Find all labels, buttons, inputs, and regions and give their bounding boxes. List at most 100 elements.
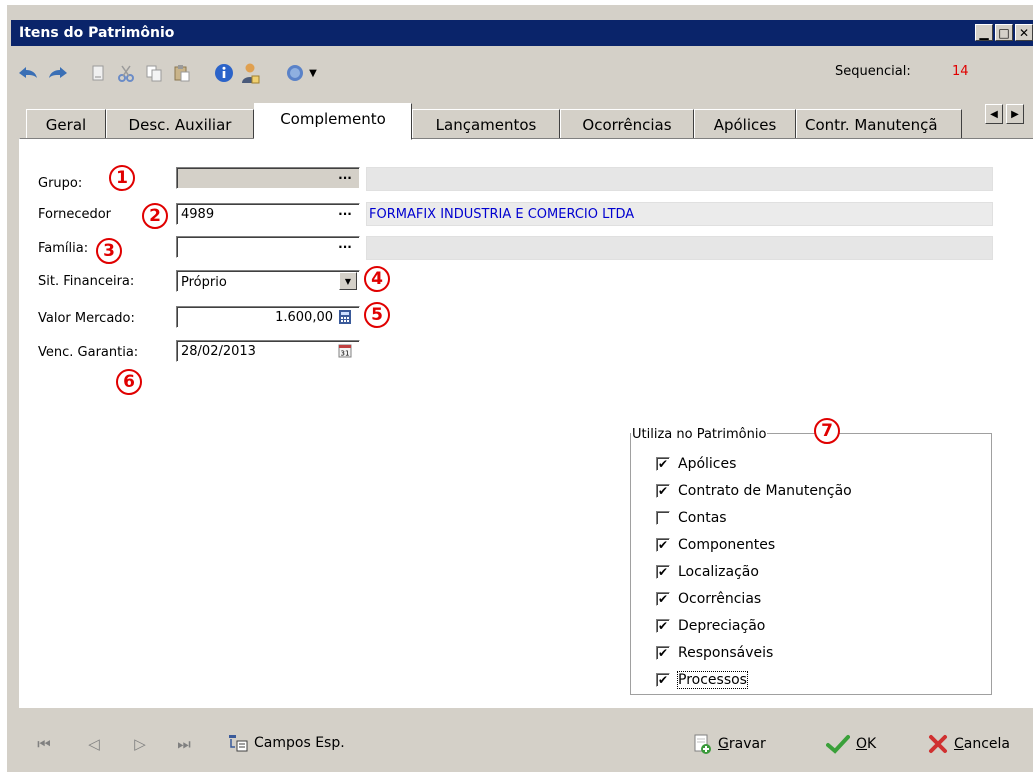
save-icon [694,734,711,754]
help-menu-button[interactable]: ▼ [281,61,321,85]
ok-accelerator: O [856,736,868,752]
check-icon: ✔ [657,538,669,552]
checkbox-label: Responsáveis [678,645,774,661]
cut-button[interactable] [113,61,139,85]
cancela-label: Cancela [954,736,1010,752]
info-button[interactable] [211,61,237,85]
fornecedor-lookup-button[interactable]: ··· [334,205,356,223]
bottom-bar [11,710,1033,772]
tab-label: Lançamentos [435,116,537,134]
fornecedor-code-input[interactable]: 4989 [176,203,360,225]
ok-label: OK [856,736,876,752]
checkbox-componentes[interactable]: ✔ Componentes [656,535,775,555]
cut-icon [118,65,134,82]
window-controls: ▁ □ ✕ [975,24,1033,41]
tab-lancamentos[interactable]: Lançamentos [412,109,560,139]
gravar-label-rest: ravar [728,736,766,752]
valor-mercado-input[interactable]: 1.600,00 [176,306,360,328]
sit-financeira-select[interactable]: Próprio [176,270,360,292]
check-icon [826,735,850,754]
campos-esp-button[interactable]: Campos Esp. [228,734,345,752]
checkbox-box[interactable]: ✔ [656,619,670,633]
tab-apolices[interactable]: Apólices [694,109,796,139]
venc-garantia-input[interactable]: 28/02/2013 [176,340,360,362]
checkbox-label: Depreciação [678,618,766,634]
ok-button[interactable]: OK [826,734,876,754]
checkbox-label: Contas [678,510,727,526]
valor-mercado-label: Valor Mercado: [38,311,135,326]
checkbox-box[interactable]: ✔ [656,673,670,687]
cancela-button[interactable]: Cancela [928,734,1010,754]
minimize-button[interactable]: ▁ [975,24,993,41]
checkbox-apolices[interactable]: ✔ Apólices [656,454,736,474]
checkbox-ocorrencias[interactable]: ✔ Ocorrências [656,589,761,609]
paste-button[interactable] [169,61,195,85]
familia-lookup-button[interactable]: ··· [334,238,356,256]
check-icon: ✔ [657,457,669,471]
checkbox-box[interactable]: ✔ [656,592,670,606]
maximize-button[interactable]: □ [995,24,1013,41]
redo-icon [49,67,67,78]
venc-garantia-label: Venc. Garantia: [38,345,139,360]
marker-3: 3 [96,238,122,264]
cancela-label-rest: ancela [963,736,1011,752]
checkbox-box[interactable]: ✔ [656,538,670,552]
tab-contr-manutencao[interactable]: Contr. Manutençã [796,109,962,139]
grupo-lookup-button[interactable]: ··· [334,169,356,187]
check-icon: ✔ [657,673,669,687]
checkbox-responsaveis[interactable]: ✔ Responsáveis [656,643,773,663]
calendar-icon[interactable]: 31 [337,343,353,359]
sequencial-label: Sequencial: [835,64,911,79]
checkbox-box[interactable]: ✔ [656,646,670,660]
checkbox-contas[interactable]: Contas [656,508,727,528]
previous-record-button[interactable]: ◁ [84,734,104,754]
marker-2: 2 [142,203,168,229]
next-record-button[interactable]: ▷ [130,734,150,754]
tab-label: Geral [45,116,87,134]
checkbox-depreciacao[interactable]: ✔ Depreciação [656,616,765,636]
help-icon [287,65,304,81]
checkbox-label: Processos [677,671,748,689]
gravar-label: Gravar [718,736,766,752]
tab-desc-auxiliar[interactable]: Desc. Auxiliar [106,109,254,139]
check-icon: ✔ [657,619,669,633]
print-button[interactable] [85,61,111,85]
checkbox-localizacao[interactable]: ✔ Localização [656,562,759,582]
checkbox-processos[interactable]: ✔ Processos [656,670,748,690]
tab-scroll-left-button[interactable]: ◀ [985,104,1003,124]
user-button[interactable] [237,61,263,85]
checkbox-box[interactable]: ✔ [656,565,670,579]
dropdown-arrow-icon: ▼ [309,67,317,79]
copy-button[interactable] [141,61,167,85]
sit-financeira-dropdown-button[interactable]: ▼ [339,272,357,290]
first-record-button[interactable]: ⏮ [34,734,54,754]
ellipsis-icon: ··· [338,171,352,185]
tab-geral[interactable]: Geral [26,109,106,139]
redo-button[interactable] [45,61,71,85]
info-icon [215,64,233,82]
undo-button[interactable] [15,61,41,85]
last-record-button[interactable]: ⏭ [174,734,194,754]
checkbox-box[interactable] [656,511,670,525]
familia-code-input[interactable] [176,236,360,258]
tab-complemento[interactable]: Complemento [254,103,412,140]
grupo-code-input[interactable] [176,167,360,189]
ok-label-rest: K [867,736,877,752]
title-bar[interactable]: Itens do Patrimônio ▁ □ ✕ [11,20,1033,46]
chevron-down-icon: ▼ [344,276,352,286]
checkbox-contrato-manutencao[interactable]: ✔ Contrato de Manutenção [656,481,852,501]
tab-ocorrencias[interactable]: Ocorrências [560,109,694,139]
checkbox-box[interactable]: ✔ [656,457,670,471]
marker-6: 6 [116,369,142,395]
minimize-icon: ▁ [979,25,989,40]
check-icon: ✔ [657,484,669,498]
tab-strip: Geral Desc. Auxiliar Complemento Lançame… [18,103,1033,140]
checkbox-box[interactable]: ✔ [656,484,670,498]
calculator-icon[interactable] [337,309,353,325]
close-button[interactable]: ✕ [1015,24,1033,41]
undo-icon [19,67,37,78]
gravar-button[interactable]: Gravar [692,734,766,754]
tab-label: Contr. Manutençã [805,116,938,134]
tab-scroll-right-button[interactable]: ▶ [1006,104,1024,124]
last-icon: ⏭ [177,735,191,753]
